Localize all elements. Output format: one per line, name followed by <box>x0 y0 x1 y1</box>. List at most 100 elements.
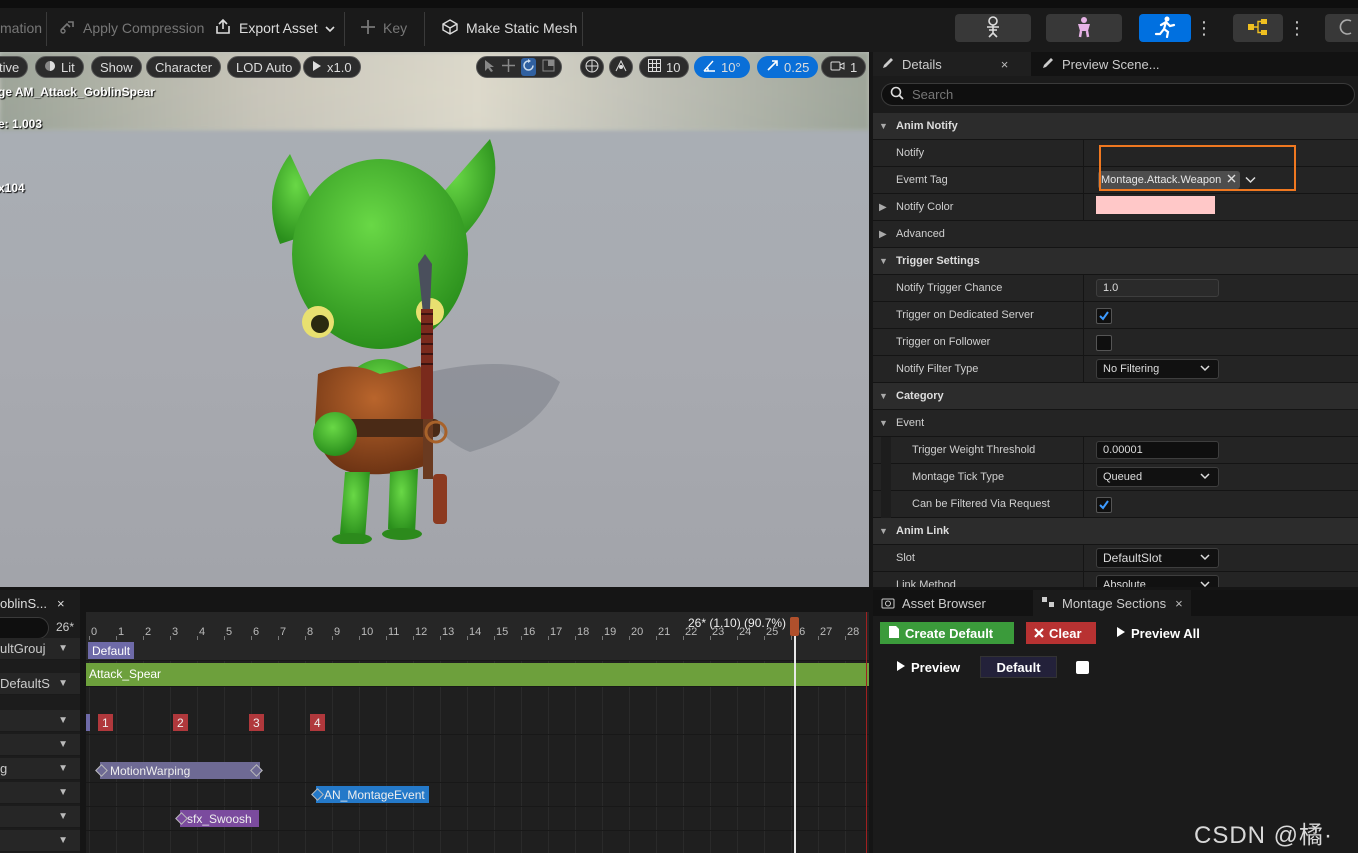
playhead-handle[interactable] <box>790 617 799 636</box>
details-search-input[interactable]: Search <box>881 83 1355 106</box>
viewport-lit-button[interactable]: Lit <box>35 56 84 78</box>
preview-all-button[interactable]: Preview All <box>1108 622 1208 644</box>
column-splitter[interactable] <box>1083 545 1084 572</box>
viewport-show-button[interactable]: Show <box>91 56 142 78</box>
make-static-mesh-button[interactable]: Make Static Mesh <box>441 8 577 48</box>
link-method-dropdown[interactable]: Absolute <box>1096 575 1219 587</box>
rotate-tool-icon[interactable] <box>521 58 536 76</box>
section-default-marker[interactable]: Default <box>88 642 135 659</box>
scale-snap-button[interactable]: 0.25 <box>757 56 819 78</box>
property-notify-color[interactable]: ▶ Notify Color <box>873 194 1358 221</box>
column-splitter[interactable] <box>1083 140 1084 167</box>
notify-track-sfx: sfx_Swoosh <box>86 807 869 831</box>
grid-snap-button[interactable]: 10 <box>639 56 690 78</box>
blueprint-mode-options-icon[interactable]: ⋮ <box>1288 14 1306 42</box>
color-swatch[interactable] <box>1096 196 1215 214</box>
column-splitter[interactable] <box>1083 275 1084 302</box>
viewport-perspective-button[interactable]: tive <box>0 56 29 78</box>
track-label-notify-2[interactable]: g ▼ <box>0 758 80 780</box>
track-label-notifies[interactable]: ▼ <box>0 710 80 732</box>
anim-segment[interactable]: Attack_Spear <box>86 663 869 687</box>
camera-speed-button[interactable]: 1 <box>821 56 867 78</box>
select-tool-icon[interactable] <box>483 59 496 75</box>
surface-snap-button[interactable] <box>609 56 633 78</box>
track-label-notify-3[interactable]: ▼ <box>0 782 80 804</box>
track-label-notify-1[interactable]: ▼ <box>0 734 80 756</box>
viewport-lod-button[interactable]: LOD Auto <box>227 56 302 78</box>
skeleton-mode-button[interactable] <box>955 14 1031 42</box>
gameplay-tag-chip[interactable]: Montage.Attack.Weapon <box>1098 171 1241 189</box>
dropdown-value: No Filtering <box>1103 363 1160 375</box>
column-splitter[interactable] <box>1083 167 1084 194</box>
notify-montage-event[interactable]: AN_MontageEvent <box>316 786 429 803</box>
column-splitter[interactable] <box>1083 302 1084 329</box>
tab-details[interactable]: Details × <box>873 52 1031 76</box>
notify-number-track: 1 2 3 4 <box>86 711 869 735</box>
property-notify: Notify <box>873 140 1358 167</box>
slot-dropdown[interactable]: DefaultSlot <box>1096 548 1219 568</box>
branch-point-1[interactable]: 1 <box>98 714 113 731</box>
column-splitter[interactable] <box>1083 329 1084 356</box>
track-filter-input[interactable] <box>0 617 49 639</box>
animation-button[interactable]: mation <box>0 8 42 48</box>
close-icon[interactable]: × <box>1175 596 1183 611</box>
track-label-notify-4[interactable]: ▼ <box>0 806 80 828</box>
track-label-group[interactable]: ultGrouj ▼ <box>0 638 80 660</box>
tab-montage-sections[interactable]: Montage Sections × <box>1033 590 1191 616</box>
scale-tool-icon[interactable] <box>542 59 555 75</box>
add-key-button[interactable]: Key <box>360 8 407 48</box>
column-splitter[interactable] <box>1083 356 1084 383</box>
tag-picker-chevron-icon[interactable] <box>1245 175 1256 187</box>
coordinate-system-button[interactable] <box>580 56 604 78</box>
category-category[interactable]: ▼ Category <box>873 383 1358 410</box>
track-label-notify-5[interactable]: ▼ <box>0 830 80 852</box>
column-splitter[interactable] <box>1083 437 1084 464</box>
remove-tag-icon[interactable] <box>1227 174 1236 186</box>
branch-point-3[interactable]: 3 <box>249 714 264 731</box>
category-trigger-settings[interactable]: ▼ Trigger Settings <box>873 248 1358 275</box>
create-default-button[interactable]: Create Default <box>880 622 1014 644</box>
blueprint-mode-button[interactable] <box>1233 14 1283 42</box>
filter-type-dropdown[interactable]: No Filtering <box>1096 359 1219 379</box>
section-default-button[interactable]: Default <box>980 656 1057 678</box>
preview-viewport[interactable]: tive Lit Show Character LOD Auto x1.0 10… <box>0 52 869 587</box>
category-anim-link[interactable]: ▼ Anim Link <box>873 518 1358 545</box>
column-splitter[interactable] <box>1083 491 1084 518</box>
close-icon[interactable]: × <box>57 596 65 611</box>
rotation-snap-button[interactable]: 10° <box>694 56 750 78</box>
viewport-character-button[interactable]: Character <box>146 56 222 78</box>
category-anim-notify[interactable]: ▼ Anim Notify <box>873 113 1358 140</box>
apply-compression-button[interactable]: Apply Compression <box>58 8 204 48</box>
tab-asset-browser[interactable]: Asset Browser <box>873 590 994 616</box>
track-label-slot[interactable]: DefaultS ▼ <box>0 673 80 695</box>
follower-checkbox[interactable] <box>1096 335 1112 351</box>
column-splitter[interactable] <box>1083 194 1084 221</box>
trigger-chance-field[interactable]: 1.0 <box>1096 279 1219 297</box>
tick-type-dropdown[interactable]: Queued <box>1096 467 1219 487</box>
mesh-mode-button[interactable] <box>1046 14 1122 42</box>
notify-state-motion-warping[interactable]: MotionWarping <box>100 762 260 779</box>
weight-threshold-field[interactable]: 0.00001 <box>1096 441 1219 459</box>
animation-mode-options-icon[interactable]: ⋮ <box>1195 14 1213 42</box>
clear-button[interactable]: Clear <box>1026 622 1096 644</box>
export-asset-button[interactable]: Export Asset <box>214 8 335 48</box>
animation-mode-button[interactable] <box>1139 14 1191 42</box>
preview-section-button[interactable]: Preview <box>888 656 968 678</box>
branch-point-4[interactable]: 4 <box>310 714 325 731</box>
dedicated-server-checkbox[interactable] <box>1096 308 1112 324</box>
tab-preview-scene[interactable]: Preview Scene... <box>1033 52 1168 76</box>
viewport-playback-speed-button[interactable]: x1.0 <box>303 56 361 78</box>
column-splitter[interactable] <box>1083 572 1084 587</box>
filtered-via-request-checkbox[interactable] <box>1096 497 1112 513</box>
timeline-area[interactable]: 0 1 2 3 4 5 6 7 8 9 10 11 12 13 14 15 16 17 18 19 20 21 22 23 24… <box>86 612 869 853</box>
tab-anim-sequence[interactable]: oblinS... × <box>0 592 65 614</box>
property-advanced[interactable]: ▶ Advanced <box>873 221 1358 248</box>
close-icon[interactable]: × <box>1001 57 1009 72</box>
section-loop-checkbox[interactable] <box>1076 661 1089 674</box>
notify-sfx-swoosh[interactable]: sfx_Swoosh <box>180 810 259 827</box>
property-event[interactable]: ▼ Event <box>873 410 1358 437</box>
branch-point-2[interactable]: 2 <box>173 714 188 731</box>
more-mode-button[interactable] <box>1325 14 1358 42</box>
column-splitter[interactable] <box>1083 464 1084 491</box>
translate-tool-icon[interactable] <box>502 59 515 75</box>
